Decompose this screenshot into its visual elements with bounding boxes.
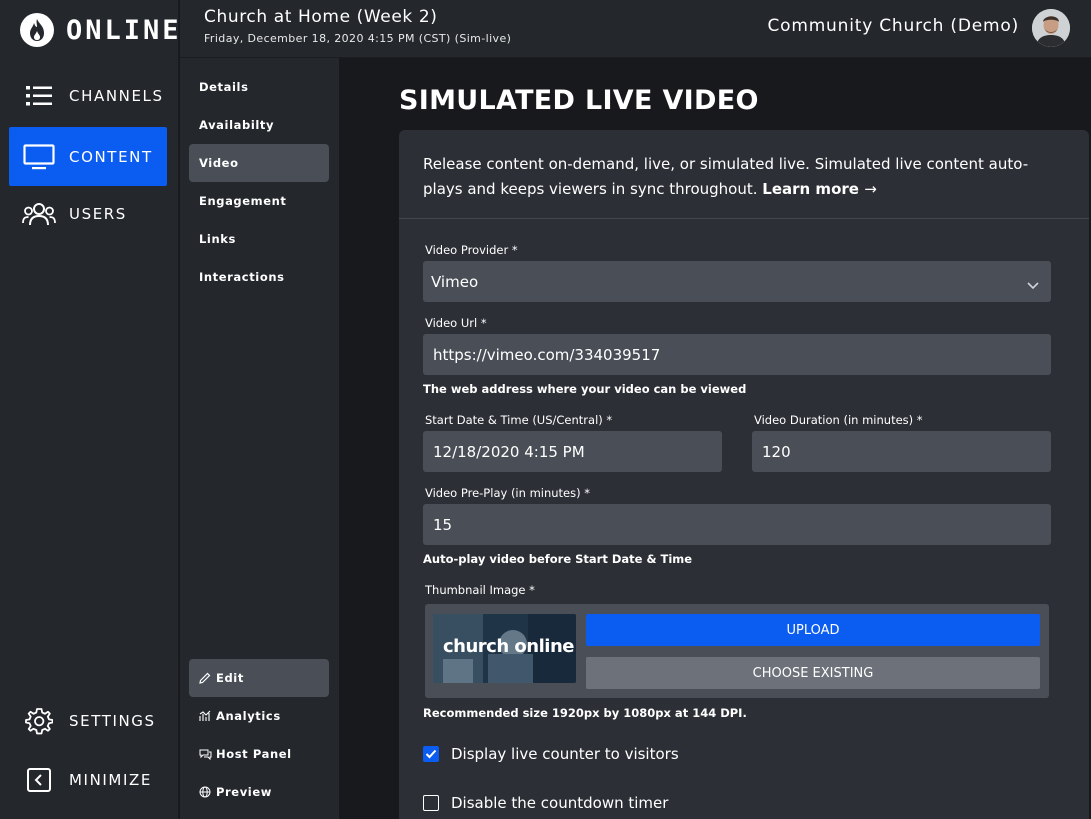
gear-icon (22, 706, 56, 736)
analytics-icon (199, 710, 213, 722)
subnav-interactions[interactable]: Interactions (189, 258, 329, 296)
video-duration-field[interactable]: 120 (752, 431, 1051, 472)
learn-more-label: Learn more (762, 180, 859, 198)
nav-channels[interactable]: CHANNELS (9, 66, 167, 125)
nav-settings[interactable]: SETTINGS (9, 691, 167, 750)
video-provider-label: Video Provider * (425, 243, 518, 257)
main-sidebar: ONLINE CHANNELS CONTENT USERS SETTINGS M… (0, 0, 179, 819)
event-title: Church at Home (Week 2) (204, 7, 438, 27)
avatar[interactable] (1032, 9, 1070, 47)
live-counter-checkbox[interactable] (423, 746, 439, 762)
nav-minimize[interactable]: MINIMIZE (9, 750, 167, 809)
learn-more-link[interactable]: Learn more → (762, 180, 876, 198)
video-settings-card: Release content on-demand, live, or simu… (399, 130, 1089, 819)
arrow-right-icon: → (864, 180, 877, 198)
thumbnail-caption: church online (443, 636, 574, 657)
live-counter-option[interactable]: Display live counter to visitors (423, 745, 679, 763)
subnav-engagement[interactable]: Engagement (189, 182, 329, 220)
nav-label: USERS (69, 204, 127, 223)
countdown-label: Disable the countdown timer (451, 794, 669, 812)
main-content: SIMULATED LIVE VIDEO Release content on-… (339, 58, 1091, 819)
countdown-checkbox[interactable] (423, 795, 439, 811)
choose-existing-button[interactable]: CHOOSE EXISTING (586, 657, 1040, 689)
subnav-analytics[interactable]: Analytics (189, 697, 329, 735)
video-provider-value: Vimeo (431, 272, 479, 291)
choose-existing-button-label: CHOOSE EXISTING (752, 665, 874, 681)
subnav-label: Availabilty (199, 118, 275, 132)
collapse-icon (22, 765, 56, 795)
subnav-edit[interactable]: Edit (189, 659, 329, 697)
subnav-links[interactable]: Links (189, 220, 329, 258)
video-url-value: https://vimeo.com/334039517 (433, 345, 661, 364)
top-header: Church at Home (Week 2) Friday, December… (180, 0, 1091, 58)
nav-label: CONTENT (69, 147, 153, 166)
globe-icon (199, 786, 213, 798)
video-duration-label: Video Duration (in minutes) * (754, 413, 923, 427)
checkmark-icon (425, 749, 437, 759)
monitor-icon (22, 142, 56, 172)
video-duration-value: 120 (762, 442, 791, 461)
nav-content[interactable]: CONTENT (9, 127, 167, 186)
subnav-availability[interactable]: Availabilty (189, 106, 329, 144)
brand-logo[interactable]: ONLINE (20, 12, 182, 48)
subnav-details[interactable]: Details (189, 68, 329, 106)
preplay-value: 15 (433, 515, 453, 534)
nav-label: MINIMIZE (69, 770, 152, 789)
upload-button-label: UPLOAD (786, 622, 840, 638)
chevron-down-icon (1027, 276, 1039, 294)
subnav-label: Preview (216, 785, 272, 799)
subnav-video[interactable]: Video (189, 144, 329, 182)
content-subnav: Details Availabilty Video Engagement Lin… (180, 58, 339, 819)
subnav-label: Host Panel (216, 747, 292, 761)
event-date: Friday, December 18, 2020 4:15 PM (CST) … (204, 32, 512, 45)
subnav-label: Engagement (199, 194, 287, 208)
subnav-label: Video (199, 156, 239, 170)
subnav-preview[interactable]: Preview (189, 773, 329, 811)
nav-label: SETTINGS (69, 711, 156, 730)
subnav-label: Details (199, 80, 249, 94)
subnav-label: Interactions (199, 270, 285, 284)
nav-users[interactable]: USERS (9, 184, 167, 243)
upload-button[interactable]: UPLOAD (586, 614, 1040, 646)
subnav-host-panel[interactable]: Host Panel (189, 735, 329, 773)
subnav-label: Links (199, 232, 236, 246)
nav-label: CHANNELS (69, 86, 164, 105)
start-date-field[interactable]: 12/18/2020 4:15 PM (423, 431, 722, 472)
video-url-help: The web address where your video can be … (423, 382, 747, 396)
thumbnail-label: Thumbnail Image * (425, 583, 535, 597)
organization-name[interactable]: Community Church (Demo) (767, 16, 1019, 36)
pencil-icon (199, 672, 213, 684)
intro-description: Release content on-demand, live, or simu… (423, 155, 1029, 198)
subnav-label: Analytics (216, 709, 281, 723)
flame-logo-icon (20, 13, 54, 47)
video-provider-select[interactable]: Vimeo (423, 261, 1051, 302)
thumbnail-panel: church online UPLOAD CHOOSE EXISTING (425, 604, 1049, 698)
video-url-field[interactable]: https://vimeo.com/334039517 (423, 334, 1051, 375)
preplay-help: Auto-play video before Start Date & Time (423, 552, 693, 566)
live-counter-label: Display live counter to visitors (451, 745, 679, 763)
video-url-label: Video Url * (425, 316, 487, 330)
page-title: SIMULATED LIVE VIDEO (399, 85, 759, 116)
users-icon (22, 199, 56, 229)
preplay-label: Video Pre-Play (in minutes) * (425, 486, 591, 500)
start-date-label: Start Date & Time (US/Central) * (425, 413, 613, 427)
thumbnail-help: Recommended size 1920px by 1080px at 144… (423, 706, 747, 720)
preplay-field[interactable]: 15 (423, 504, 1051, 545)
thumbnail-preview: church online (433, 614, 576, 683)
subnav-label: Edit (216, 671, 244, 685)
countdown-option[interactable]: Disable the countdown timer (423, 794, 668, 812)
list-icon (22, 81, 56, 111)
brand-name: ONLINE (66, 14, 182, 46)
chat-icon (199, 748, 213, 760)
intro-text: Release content on-demand, live, or simu… (399, 130, 1089, 219)
start-date-value: 12/18/2020 4:15 PM (433, 442, 585, 461)
